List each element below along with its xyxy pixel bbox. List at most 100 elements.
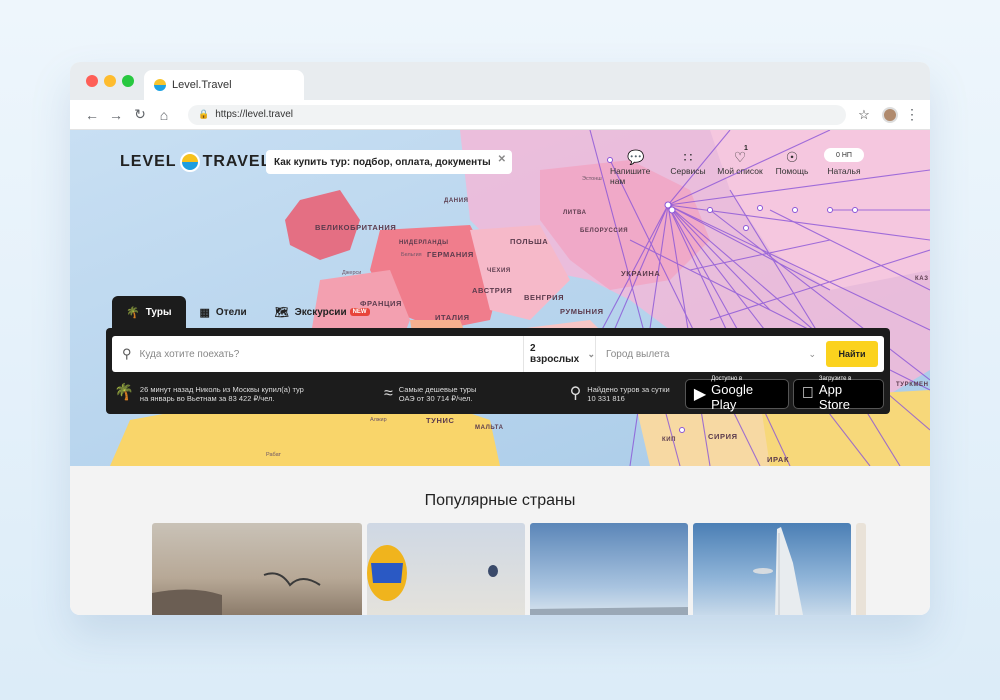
app-store-label: App Store bbox=[816, 382, 874, 412]
help-button[interactable]: ☉ Помощь bbox=[766, 148, 818, 186]
lock-icon: 🔒 bbox=[198, 109, 210, 119]
waves-icon: ≈ bbox=[384, 385, 393, 402]
svg-text:Бельгия: Бельгия bbox=[401, 252, 422, 258]
grid-icon: ∷ bbox=[683, 149, 693, 165]
tab-hotels[interactable]: ▦ Отели bbox=[186, 296, 261, 328]
hero-section: ВЕЛИКОБРИТАНИЯ ГЕРМАНИЯ ПОЛЬША ФРАНЦИЯ И… bbox=[70, 130, 930, 466]
svg-text:ИТАЛИЯ: ИТАЛИЯ bbox=[435, 313, 470, 322]
found-tours-text: Найдено туров за сутки 10 331 816 bbox=[587, 385, 670, 403]
maximize-window-button[interactable] bbox=[122, 75, 134, 87]
site-logo[interactable]: LEVEL TRAVEL bbox=[120, 152, 271, 172]
forward-arrow-icon[interactable]: → bbox=[104, 103, 128, 127]
svg-text:ВЕЛИКОБРИТАНИЯ: ВЕЛИКОБРИТАНИЯ bbox=[315, 223, 396, 232]
header-actions: 💬 Напишите нам ∷ Сервисы ♡ 1 Мой список … bbox=[610, 145, 870, 186]
destination-placeholder: Куда хотите поехать? bbox=[139, 348, 240, 360]
tab-tours[interactable]: 🌴 Туры bbox=[112, 296, 186, 328]
country-card[interactable] bbox=[693, 523, 851, 615]
svg-text:АВСТРИЯ: АВСТРИЯ bbox=[472, 286, 512, 295]
tab-excursions[interactable]: 🗺 Экскурсии NEW bbox=[261, 296, 384, 328]
svg-text:ЧЕХИЯ: ЧЕХИЯ bbox=[487, 268, 511, 274]
svg-text:ТУРКМЕН: ТУРКМЕН bbox=[896, 382, 929, 388]
svg-text:БЕЛОРУССИЯ: БЕЛОРУССИЯ bbox=[580, 228, 628, 234]
user-name: Наталья bbox=[827, 166, 861, 176]
promo-text: Как купить тур: подбор, оплата, документ… bbox=[274, 156, 491, 168]
travelers-value: 2 взрослых bbox=[530, 343, 580, 365]
logo-text-right: TRAVEL bbox=[202, 153, 272, 170]
map-icon: 🗺 bbox=[274, 306, 289, 319]
bookmark-star-icon[interactable]: ☆ bbox=[852, 107, 876, 123]
close-window-button[interactable] bbox=[86, 75, 98, 87]
action-label: Мой список bbox=[717, 166, 763, 176]
section-title: Популярные страны bbox=[424, 492, 576, 509]
logo-sun-icon bbox=[179, 152, 200, 172]
app-store-button[interactable]:  Загрузите в App Store bbox=[792, 376, 884, 412]
svg-text:ПОЛЬША: ПОЛЬША bbox=[510, 237, 548, 246]
promo-banner[interactable]: Как купить тур: подбор, оплата, документ… bbox=[266, 150, 512, 174]
services-button[interactable]: ∷ Сервисы bbox=[662, 148, 714, 186]
browser-tab[interactable]: Level.Travel bbox=[144, 70, 304, 100]
departure-city-select[interactable]: Город вылета ⌄ bbox=[596, 336, 826, 372]
svg-text:МАЛЬТА: МАЛЬТА bbox=[475, 425, 504, 431]
departure-city-placeholder: Город вылета bbox=[606, 348, 670, 360]
tab-label: Экскурсии bbox=[294, 306, 347, 318]
browser-window: Level.Travel ← → ↻ ⌂ 🔒 https://level.tra… bbox=[70, 62, 930, 615]
country-card[interactable] bbox=[856, 523, 866, 615]
url-text: https://level.travel bbox=[215, 109, 294, 120]
browser-menu-icon[interactable]: ⋮ bbox=[904, 106, 920, 123]
minimize-window-button[interactable] bbox=[104, 75, 116, 87]
svg-text:Джерси: Джерси bbox=[342, 270, 361, 276]
recent-booking-info: 🌴 26 минут назад Николь из Москвы купил(… bbox=[114, 384, 314, 404]
cheapest-tours-info[interactable]: ≈ Самые дешевые туры ОАЭ от 30 714 ₽/чел… bbox=[384, 385, 570, 403]
google-play-button[interactable]: ▶ Доступно в Google Play bbox=[684, 376, 789, 412]
home-icon[interactable]: ⌂ bbox=[152, 103, 176, 127]
svg-text:ЛИТВА: ЛИТВА bbox=[563, 210, 587, 216]
country-card[interactable] bbox=[530, 523, 688, 615]
lifebuoy-icon: ☉ bbox=[785, 149, 799, 165]
search-icon: ⚲ bbox=[569, 385, 582, 402]
travelers-select[interactable]: 2 взрослых ⌄ bbox=[524, 336, 596, 372]
svg-text:КИП: КИП bbox=[662, 437, 676, 443]
destination-input[interactable]: ⚲ Куда хотите поехать? bbox=[112, 336, 524, 372]
user-bonus-pill: 0 НП bbox=[824, 148, 864, 162]
profile-avatar[interactable] bbox=[882, 106, 898, 123]
palm-icon: 🌴 bbox=[114, 384, 134, 401]
action-label: Сервисы bbox=[670, 166, 706, 176]
wishlist-count-badge: 1 bbox=[744, 145, 748, 152]
svg-text:РУМЫНИЯ: РУМЫНИЯ bbox=[560, 307, 604, 316]
back-arrow-icon[interactable]: ← bbox=[80, 103, 104, 127]
chat-icon: 💬 bbox=[627, 149, 645, 165]
country-cards bbox=[152, 523, 871, 615]
svg-text:УКРАИНА: УКРАИНА bbox=[621, 269, 660, 278]
svg-text:ДАНИЯ: ДАНИЯ bbox=[444, 198, 469, 204]
address-bar[interactable]: 🔒 https://level.travel bbox=[188, 104, 846, 125]
user-account-button[interactable]: 0 НП Наталья bbox=[818, 148, 870, 186]
search-icon: ⚲ bbox=[122, 346, 132, 361]
svg-text:Алжир: Алжир bbox=[370, 417, 387, 423]
action-label: Помощь bbox=[775, 166, 809, 176]
svg-text:ТУНИС: ТУНИС bbox=[426, 416, 454, 425]
wishlist-button[interactable]: ♡ 1 Мой список bbox=[714, 145, 766, 186]
new-badge: NEW bbox=[349, 308, 370, 316]
browser-tabbar: Level.Travel bbox=[70, 62, 930, 100]
coast-photo bbox=[530, 607, 688, 615]
svg-text:КАЗ: КАЗ bbox=[915, 276, 929, 282]
svg-text:Рабат: Рабат bbox=[266, 452, 282, 458]
dubai-photo bbox=[753, 527, 803, 615]
apple-icon:  bbox=[802, 385, 814, 403]
popular-countries-section: Популярные страны bbox=[70, 466, 930, 615]
reload-icon[interactable]: ↻ bbox=[128, 103, 152, 127]
country-card[interactable] bbox=[152, 523, 362, 615]
action-label: Напишите нам bbox=[610, 166, 651, 186]
tab-label: Отели bbox=[215, 306, 247, 318]
palm-icon: 🌴 bbox=[126, 306, 140, 319]
seagull-photo bbox=[152, 572, 321, 615]
cheapest-tours-text: Самые дешевые туры ОАЭ от 30 714 ₽/чел. bbox=[398, 385, 477, 403]
close-icon[interactable]: ✕ bbox=[498, 154, 506, 165]
favicon-icon bbox=[154, 79, 166, 91]
search-button[interactable]: Найти bbox=[826, 341, 878, 367]
country-card[interactable] bbox=[367, 523, 525, 615]
search-panel: ⚲ Куда хотите поехать? 2 взрослых ⌄ Горо… bbox=[106, 328, 890, 414]
contact-us-button[interactable]: 💬 Напишите нам bbox=[610, 148, 662, 186]
svg-text:НИДЕРЛАНДЫ: НИДЕРЛАНДЫ bbox=[399, 240, 449, 246]
svg-text:Эстонш: Эстонш bbox=[582, 176, 602, 182]
